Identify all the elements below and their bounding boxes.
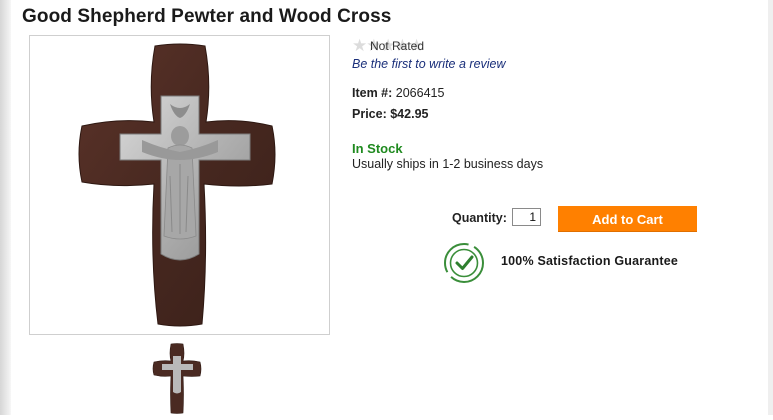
item-number-value: 2066415 xyxy=(395,86,445,100)
write-review-link[interactable]: Be the first to write a review xyxy=(352,57,506,71)
price-row: Price: $42.95 xyxy=(352,107,428,121)
product-title: Good Shepherd Pewter and Wood Cross xyxy=(22,6,392,27)
quantity-input[interactable] xyxy=(512,208,541,226)
rating-label: Not Rated xyxy=(370,39,425,53)
cross-thumbnail-image xyxy=(152,343,202,414)
product-main-image[interactable] xyxy=(29,35,330,335)
checkmark-badge-icon xyxy=(443,242,485,284)
price-label: Price: xyxy=(352,107,387,121)
add-to-cart-button[interactable]: Add to Cart xyxy=(558,206,697,232)
item-number-label: Item #: xyxy=(352,86,393,100)
item-number-row: Item #: 2066415 xyxy=(352,86,444,100)
page-left-edge xyxy=(0,0,11,415)
stock-status: In Stock xyxy=(352,141,403,156)
satisfaction-guarantee: 100% Satisfaction Guarantee xyxy=(501,254,678,268)
shipping-estimate: Usually ships in 1-2 business days xyxy=(352,157,544,171)
star-icon: ★ xyxy=(352,36,367,55)
page-right-edge xyxy=(768,0,773,415)
product-thumbnail[interactable] xyxy=(150,342,204,415)
price-value: $42.95 xyxy=(390,107,429,121)
cross-image xyxy=(78,43,276,327)
quantity-label: Quantity: xyxy=(452,211,507,225)
rating-widget: ★★★★★ Not Rated xyxy=(352,37,452,55)
